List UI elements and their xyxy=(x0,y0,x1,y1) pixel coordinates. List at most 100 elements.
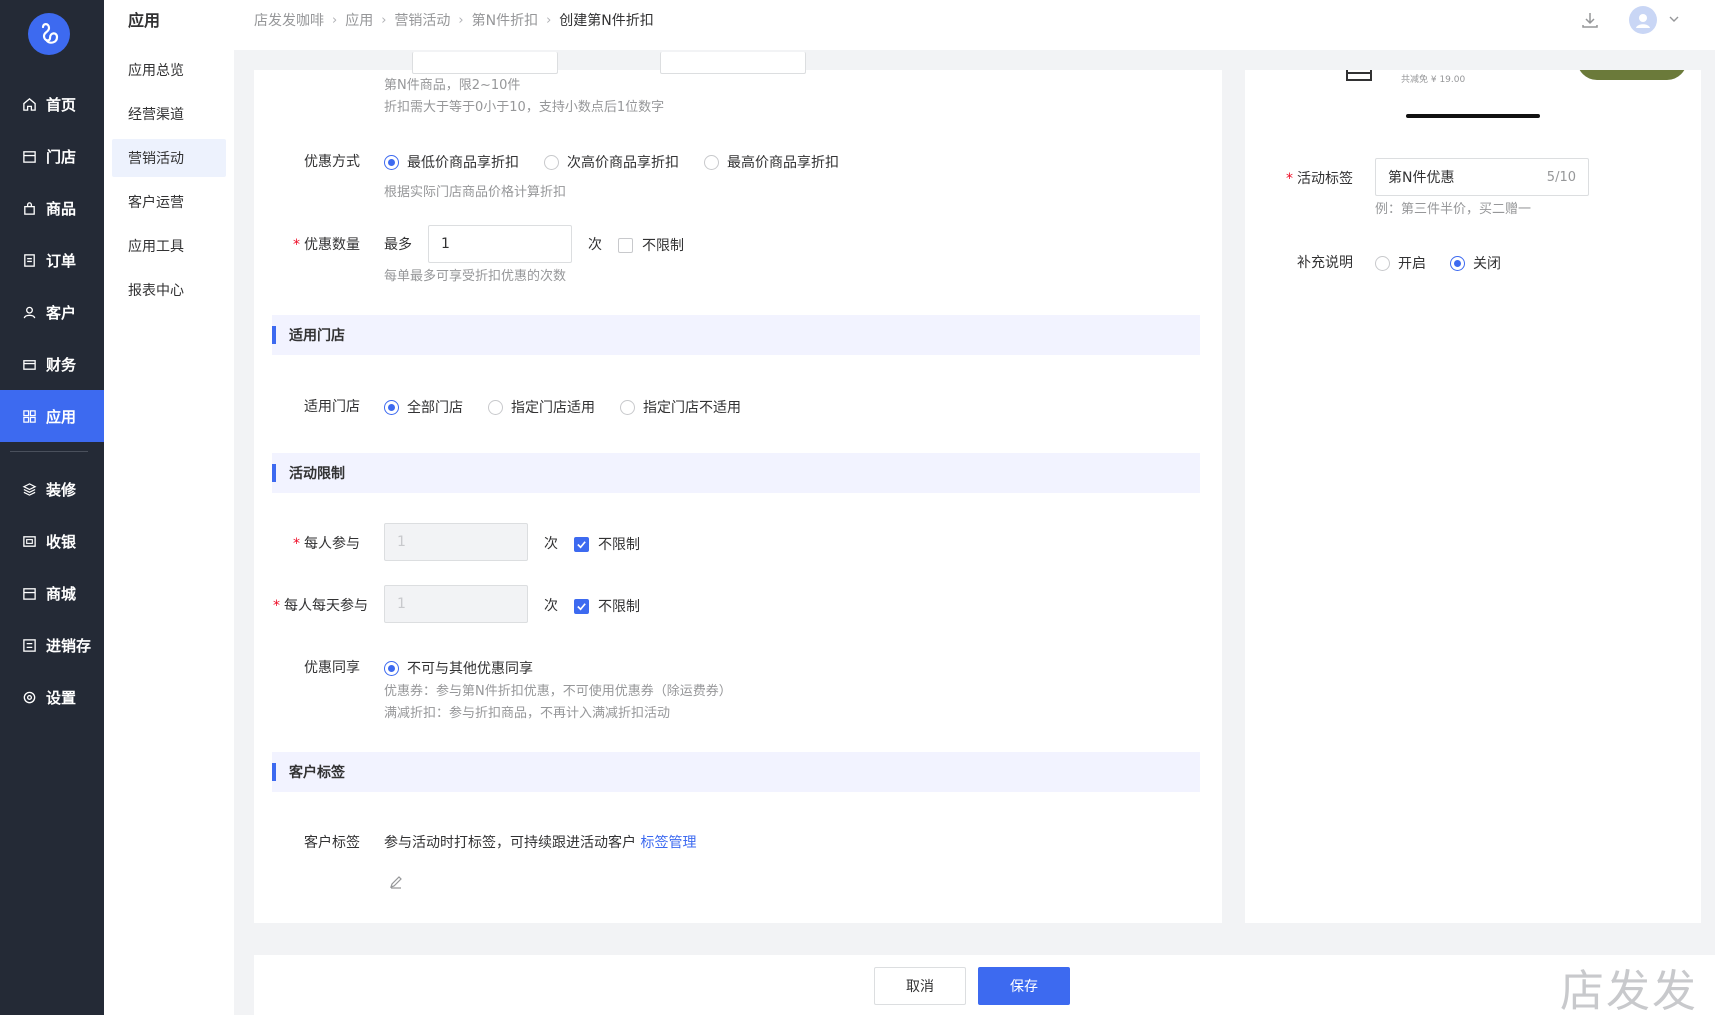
label-text: 活动标签 xyxy=(1297,171,1353,187)
nth-item-input[interactable] xyxy=(412,52,558,74)
radio-label: 关闭 xyxy=(1473,256,1501,272)
radio-label: 次高价商品享折扣 xyxy=(567,155,679,171)
radio-dot xyxy=(704,154,719,170)
nav-item-mall[interactable]: 商城 xyxy=(0,567,104,619)
breadcrumb-current: 创建第N件折扣 xyxy=(559,13,654,29)
breadcrumb-item[interactable]: 应用 xyxy=(345,10,373,30)
nav-item-finance[interactable]: 财务 xyxy=(0,338,104,390)
customer-tag-desc: 参与活动时打标签，可持续跟进活动客户 标签管理 xyxy=(384,832,696,852)
radio-no-share[interactable]: 不可与其他优惠同享 xyxy=(384,658,533,678)
nav-item-settings[interactable]: 设置 xyxy=(0,671,104,723)
radio-dot xyxy=(620,399,635,415)
sub-nav: 应用 应用总览 经营渠道 营销活动 客户运营 应用工具 报表中心 xyxy=(104,0,234,1015)
radio-label: 开启 xyxy=(1398,256,1426,272)
radio-specified-stores[interactable]: 指定门店适用 xyxy=(488,397,595,417)
download-icon[interactable] xyxy=(1580,10,1600,30)
radio-second-highest[interactable]: 次高价商品享折扣 xyxy=(544,152,679,172)
per-person-day-unlimited[interactable]: 不限制 xyxy=(574,596,640,616)
subnav-item-channels[interactable]: 经营渠道 xyxy=(112,95,226,133)
avatar-icon xyxy=(1636,14,1650,28)
chevron-right-icon: › xyxy=(332,12,338,28)
section-stores: 适用门店 xyxy=(272,315,1200,355)
cancel-button[interactable]: 取消 xyxy=(874,967,966,1005)
nav-item-label: 收银 xyxy=(46,532,77,551)
breadcrumb: 店发发咖啡 › 应用 › 营销活动 › 第N件折扣 › 创建第N件折扣 xyxy=(254,10,654,30)
radio-dot xyxy=(488,399,503,415)
breadcrumb-item[interactable]: 营销活动 xyxy=(394,10,450,30)
radio-supplement-on[interactable]: 开启 xyxy=(1375,253,1426,273)
subnav-item-tools[interactable]: 应用工具 xyxy=(112,227,226,265)
preview-saving: 共减免 ¥ 19.00 xyxy=(1401,75,1466,85)
nav-item-goods[interactable]: 商品 xyxy=(0,182,104,234)
nav-item-label: 门店 xyxy=(46,147,77,166)
wallet-icon xyxy=(20,355,38,373)
nth-hint: 第N件商品，限2~10件 xyxy=(384,78,521,93)
discount-count-unit: 次 xyxy=(588,237,602,253)
discount-count-unlimited[interactable]: 不限制 xyxy=(618,235,684,255)
top-bar: 店发发咖啡 › 应用 › 营销活动 › 第N件折扣 › 创建第N件折扣 xyxy=(234,0,1715,50)
stores-label: 适用门店 xyxy=(304,399,360,415)
nav-item-apps[interactable]: 应用 xyxy=(0,390,104,442)
home-icon xyxy=(20,95,38,113)
tag-manage-link[interactable]: 标签管理 xyxy=(640,835,696,851)
nav-item-home[interactable]: 首页 xyxy=(0,78,104,130)
breadcrumb-item[interactable]: 店发发咖啡 xyxy=(254,10,324,30)
radio-dot xyxy=(384,399,399,415)
customer-tag-label: 客户标签 xyxy=(304,835,360,851)
app-logo[interactable] xyxy=(28,13,70,55)
nav-item-order[interactable]: 订单 xyxy=(0,234,104,286)
breadcrumb-item[interactable]: 第N件折扣 xyxy=(472,10,538,30)
subnav-item-marketing[interactable]: 营销活动 xyxy=(112,139,226,177)
radio-excluded-stores[interactable]: 指定门店不适用 xyxy=(620,397,741,417)
check-icon xyxy=(577,540,586,548)
nav-item-label: 客户 xyxy=(46,303,77,322)
chevron-right-icon: › xyxy=(381,12,387,28)
share-hint-coupon: 优惠券：参与第N件折扣优惠，不可使用优惠券（除运费券） xyxy=(384,684,732,699)
section-bar xyxy=(272,326,276,344)
section-title: 客户标签 xyxy=(289,765,345,781)
radio-highest-price[interactable]: 最高价商品享折扣 xyxy=(704,152,839,172)
activity-tag-input[interactable]: 第N件优惠 5/10 xyxy=(1375,158,1589,196)
subnav-item-overview[interactable]: 应用总览 xyxy=(112,51,226,89)
radio-lowest-price[interactable]: 最低价商品享折扣 xyxy=(384,152,519,172)
radio-label: 指定门店适用 xyxy=(511,400,595,416)
save-button[interactable]: 保存 xyxy=(978,967,1070,1005)
subnav-item-reports[interactable]: 报表中心 xyxy=(112,271,226,309)
user-icon xyxy=(20,303,38,321)
radio-label: 不可与其他优惠同享 xyxy=(407,661,533,677)
layers-icon xyxy=(20,480,38,498)
discount-count-input[interactable]: 1 xyxy=(428,225,572,263)
per-person-unlimited[interactable]: 不限制 xyxy=(574,534,640,554)
avatar[interactable] xyxy=(1629,6,1657,34)
edit-icon[interactable] xyxy=(388,874,404,890)
nav-item-label: 设置 xyxy=(46,688,77,707)
discount-input[interactable] xyxy=(660,52,806,74)
required-mark: * xyxy=(273,598,280,614)
radio-dot xyxy=(1450,255,1465,271)
radio-all-stores[interactable]: 全部门店 xyxy=(384,397,463,417)
chevron-down-icon[interactable] xyxy=(1668,13,1680,25)
required-mark: * xyxy=(293,536,300,552)
phone-preview: 共减免 ¥ 19.00 xyxy=(1285,70,1687,98)
subnav-item-customer-ops[interactable]: 客户运营 xyxy=(112,183,226,221)
nav-item-inventory[interactable]: 进销存 xyxy=(0,619,104,671)
nav-item-store[interactable]: 门店 xyxy=(0,130,104,182)
subnav-title: 应用 xyxy=(128,11,161,30)
per-person-input[interactable]: 1 xyxy=(384,523,528,561)
nav-item-customer[interactable]: 客户 xyxy=(0,286,104,338)
radio-supplement-off[interactable]: 关闭 xyxy=(1450,253,1501,273)
discount-mode-hint: 根据实际门店商品价格计算折扣 xyxy=(384,185,567,200)
section-bar xyxy=(272,763,276,781)
radio-label: 最高价商品享折扣 xyxy=(727,155,839,171)
logo-icon xyxy=(41,23,59,44)
nav-item-label: 首页 xyxy=(46,95,77,114)
radio-dot xyxy=(544,154,559,170)
per-person-day-input[interactable]: 1 xyxy=(384,585,528,623)
nav-item-cashier[interactable]: 收银 xyxy=(0,515,104,567)
share-hint-reduction: 满减折扣：参与折扣商品，不再计入满减折扣活动 xyxy=(384,706,671,721)
activity-tag-label: * 活动标签 xyxy=(1273,168,1353,188)
discount-mode-label: 优惠方式 xyxy=(304,154,360,170)
nav-item-label: 应用 xyxy=(46,407,77,426)
per-person-day-label: * 每人每天参与 xyxy=(260,595,368,615)
nav-item-decorate[interactable]: 装修 xyxy=(0,463,104,515)
